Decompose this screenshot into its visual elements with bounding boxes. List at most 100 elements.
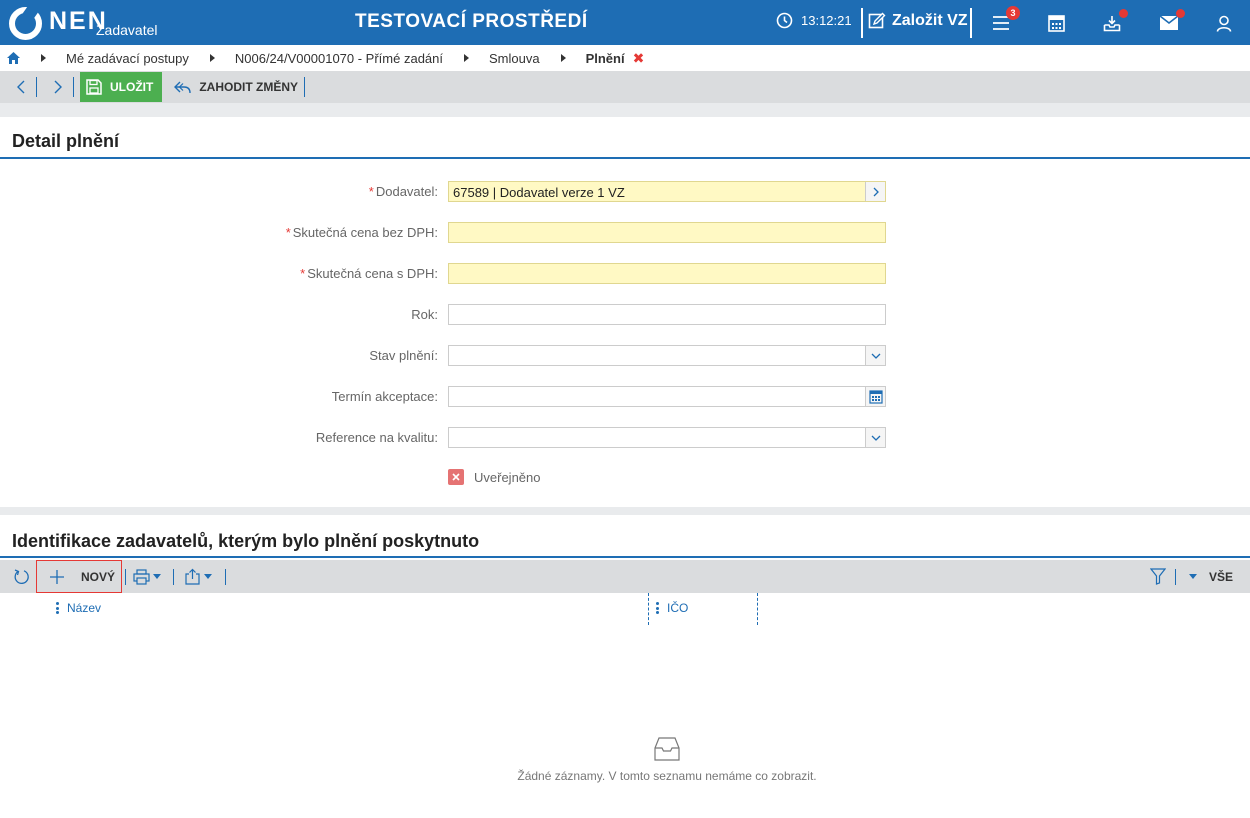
field-label: Stav plnění: xyxy=(369,348,438,363)
logo-subtitle: Zadavatel xyxy=(96,22,158,38)
published-checkbox[interactable]: Uveřejněno xyxy=(448,469,541,485)
dodavatel-field[interactable]: 67589 | Dodavatel verze 1 VZ xyxy=(448,181,886,202)
top-bar: NEN Zadavatel TESTOVACÍ PROSTŘEDÍ 13:12:… xyxy=(0,0,1250,45)
column-resize-handle[interactable] xyxy=(757,593,758,625)
form-row-dodavatel: * Dodavatel: 67589 | Dodavatel verze 1 VZ xyxy=(0,181,1250,202)
toolbar-divider xyxy=(304,77,305,97)
create-vz-label: Založit VZ xyxy=(892,12,968,29)
form-row-quality-reference: Reference na kvalitu: xyxy=(0,427,1250,448)
breadcrumb-item[interactable]: Mé zadávací postupy xyxy=(66,51,189,66)
breadcrumb-item[interactable]: N006/24/V00001070 - Přímé zadání xyxy=(235,51,443,66)
new-button[interactable]: NOVÝ xyxy=(36,560,122,593)
field-label: Reference na kvalitu: xyxy=(315,430,438,445)
inbox-button[interactable] xyxy=(1101,9,1128,34)
section-title: Identifikace zadavatelů, kterým bylo pln… xyxy=(12,531,480,551)
required-marker: * xyxy=(285,225,291,240)
dodavatel-value: 67589 | Dodavatel verze 1 VZ xyxy=(453,185,625,200)
plus-icon xyxy=(50,569,64,584)
year-field[interactable] xyxy=(448,304,886,325)
toolbar-divider xyxy=(125,569,126,585)
logo-circle-icon xyxy=(9,6,42,40)
clock-icon xyxy=(776,12,793,29)
column-menu-icon[interactable] xyxy=(56,602,59,614)
print-button[interactable] xyxy=(133,560,161,593)
close-tab-icon[interactable]: ✖ xyxy=(633,50,645,67)
empty-list-message: Žádné záznamy. V tomto seznamu nemáme co… xyxy=(517,769,817,783)
user-button[interactable] xyxy=(1213,12,1235,34)
breadcrumb: Mé zadávací postupy N006/24/V00001070 - … xyxy=(0,45,1250,71)
save-button[interactable]: ULOŽIT xyxy=(80,72,163,102)
discard-changes-button[interactable]: ZAHODIT ZMĚNY xyxy=(174,80,298,94)
menu-badge: 3 xyxy=(1006,6,1020,20)
field-label: Termín akceptace: xyxy=(331,389,438,404)
required-marker: * xyxy=(300,266,306,281)
lookup-button[interactable] xyxy=(865,182,885,201)
calculator-icon xyxy=(1047,14,1065,32)
caret-down-icon xyxy=(1189,574,1197,579)
messages-button[interactable] xyxy=(1158,9,1185,34)
form-row-acceptance-date: Termín akceptace: xyxy=(0,386,1250,407)
forward-button[interactable] xyxy=(47,76,69,98)
breadcrumb-arrow-icon xyxy=(464,54,469,62)
nen-logo[interactable]: NEN xyxy=(9,6,108,40)
status-select[interactable] xyxy=(448,345,886,366)
toolbar-divider xyxy=(173,569,174,585)
environment-title: TESTOVACÍ PROSTŘEDÍ xyxy=(355,11,588,32)
form-row-price-without-vat: * Skutečná cena bez DPH: xyxy=(0,222,1250,243)
form-row-year: Rok: xyxy=(0,304,1250,325)
field-label: Rok: xyxy=(411,307,438,322)
menu-button[interactable]: 3 xyxy=(990,6,1020,34)
toolbar-divider xyxy=(1175,569,1176,585)
user-icon xyxy=(1216,15,1232,32)
field-label: * Skutečná cena bez DPH: xyxy=(285,225,438,240)
price-without-vat-field[interactable] xyxy=(448,222,886,243)
envelope-icon xyxy=(1160,16,1178,30)
caret-down-icon xyxy=(204,574,212,579)
form-row-price-with-vat: * Skutečná cena s DPH: xyxy=(0,263,1250,284)
toolbar-divider xyxy=(36,77,37,97)
calculator-button[interactable] xyxy=(1045,12,1067,34)
section-underline xyxy=(0,556,1250,558)
back-button[interactable] xyxy=(10,76,32,98)
filter-icon xyxy=(1150,568,1166,585)
dropdown-button[interactable] xyxy=(865,346,885,365)
form-row-status: Stav plnění: xyxy=(0,345,1250,366)
calendar-icon xyxy=(868,389,883,404)
share-export-icon xyxy=(185,568,200,585)
chevron-down-icon xyxy=(871,435,880,441)
filter-button[interactable] xyxy=(1150,560,1166,593)
column-header-name[interactable]: Název xyxy=(56,601,101,615)
form-toolbar: ULOŽIT ZAHODIT ZMĚNY xyxy=(0,71,1250,103)
price-with-vat-field[interactable] xyxy=(448,263,886,284)
filter-all-dropdown[interactable]: VŠE xyxy=(1189,560,1233,593)
filter-all-label: VŠE xyxy=(1209,569,1234,584)
acceptance-date-field[interactable] xyxy=(448,386,886,407)
chevron-left-icon xyxy=(17,80,25,94)
refresh-button[interactable] xyxy=(13,560,30,593)
export-button[interactable] xyxy=(185,560,212,593)
quality-reference-select[interactable] xyxy=(448,427,886,448)
column-menu-icon[interactable] xyxy=(656,602,659,614)
column-resize-handle[interactable] xyxy=(648,593,649,625)
dropdown-button[interactable] xyxy=(865,428,885,447)
edit-icon xyxy=(868,12,886,29)
recipients-section: Identifikace zadavatelů, kterým bylo pln… xyxy=(0,515,1250,818)
create-vz-button[interactable]: Založit VZ xyxy=(868,12,968,30)
breadcrumb-arrow-icon xyxy=(41,54,46,62)
calendar-button[interactable] xyxy=(865,387,885,406)
messages-indicator xyxy=(1176,9,1185,18)
list-toolbar: NOVÝ VŠE xyxy=(0,560,1250,593)
toolbar-divider xyxy=(73,77,74,97)
column-header-label: IČO xyxy=(667,601,689,615)
breadcrumb-arrow-icon xyxy=(560,54,566,62)
header-divider xyxy=(970,8,972,38)
breadcrumb-item[interactable]: Smlouva xyxy=(489,51,540,66)
unchecked-x-icon xyxy=(448,469,464,485)
inbox-indicator xyxy=(1119,9,1128,18)
column-header-ico[interactable]: IČO xyxy=(656,601,688,615)
refresh-icon xyxy=(14,569,29,585)
home-button[interactable] xyxy=(7,52,20,64)
field-label: * Skutečná cena s DPH: xyxy=(300,266,438,281)
undo-icon xyxy=(174,81,192,93)
detail-section: Detail plnění * Dodavatel: 67589 | Dodava… xyxy=(0,117,1250,507)
